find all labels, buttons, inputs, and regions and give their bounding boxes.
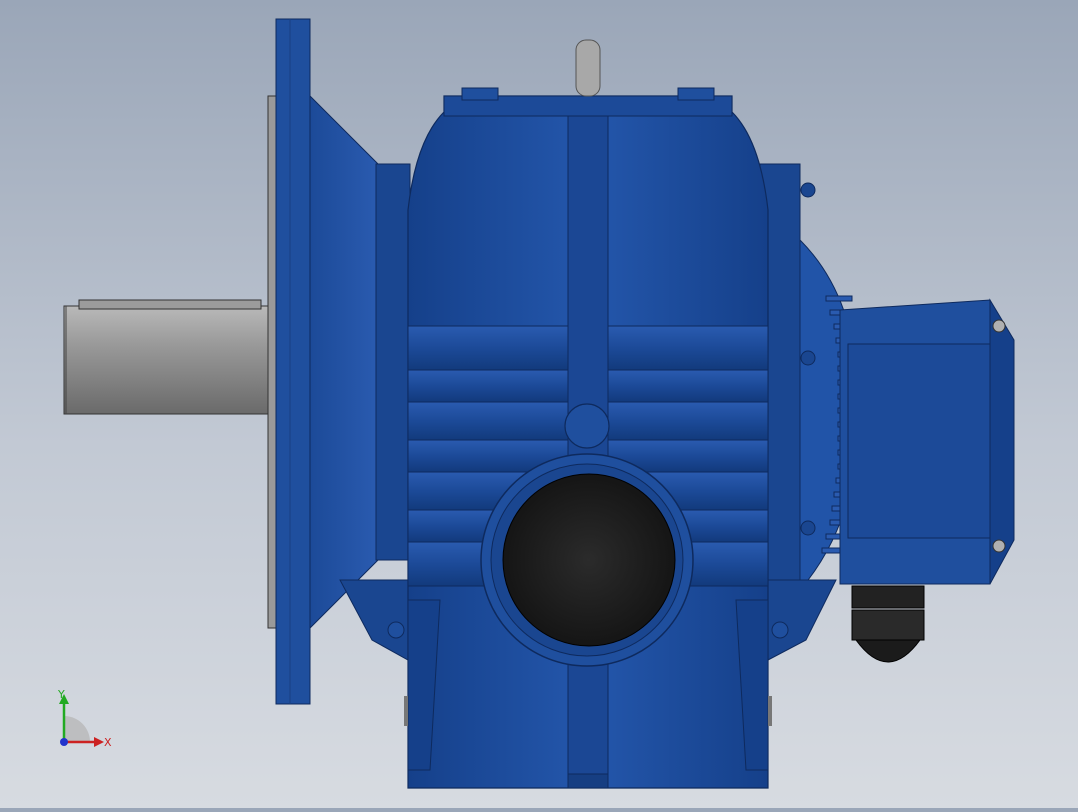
bolt-icon: [800, 520, 816, 536]
lifting-boss: [564, 403, 610, 449]
cad-viewport[interactable]: Y X: [0, 0, 1078, 808]
z-axis-dot: [60, 738, 68, 746]
mounting-flange[interactable]: [267, 18, 311, 705]
gearbox-housing[interactable]: [404, 39, 772, 789]
adapter-ring: [375, 163, 411, 561]
bolt-icon: [800, 182, 816, 198]
screw-icon: [992, 319, 1006, 333]
bolt-icon: [800, 350, 816, 366]
x-axis-label: X: [104, 736, 112, 749]
shaft-key: [78, 299, 262, 310]
bolt-icon: [677, 87, 715, 101]
cad-model-canvas[interactable]: Y X: [0, 0, 1078, 808]
output-shaft[interactable]: [63, 299, 271, 415]
screw-icon: [992, 539, 1006, 553]
breather-plug[interactable]: [575, 39, 601, 97]
center-rib: [567, 115, 609, 789]
output-bore[interactable]: [502, 473, 676, 647]
cable-gland[interactable]: [851, 585, 925, 663]
flange-cone-adapter: [309, 94, 379, 630]
bolt-icon: [461, 87, 499, 101]
axis-triad: Y X: [57, 688, 112, 749]
y-axis-label: Y: [57, 688, 65, 701]
